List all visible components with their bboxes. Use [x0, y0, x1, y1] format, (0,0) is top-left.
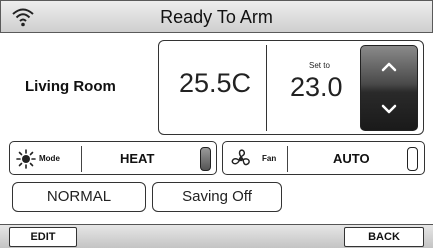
chevron-up-icon — [381, 62, 397, 72]
decrease-setpoint-button[interactable] — [361, 88, 417, 130]
chevron-down-icon — [381, 104, 397, 114]
fan-label: Fan — [262, 154, 277, 163]
mode-label: Mode — [39, 154, 60, 163]
fan-icon — [231, 149, 250, 166]
setpoint-label: Set to — [309, 61, 330, 70]
fan-control[interactable]: Fan AUTO — [222, 141, 425, 175]
mode-divider — [81, 146, 82, 172]
mode-control[interactable]: Mode HEAT — [9, 141, 217, 175]
edit-button[interactable]: EDIT — [9, 227, 77, 247]
fan-toggle[interactable] — [407, 147, 418, 171]
status-header: Ready To Arm — [0, 0, 433, 33]
current-temperature: 25.5C — [179, 68, 252, 98]
mode-value: HEAT — [120, 151, 155, 166]
status-title: Ready To Arm — [160, 7, 273, 27]
saving-mode-button[interactable]: Saving Off — [152, 182, 282, 212]
temperature-divider — [266, 45, 267, 131]
mode-toggle[interactable] — [200, 147, 211, 171]
fan-value: AUTO — [333, 151, 370, 166]
fan-divider — [287, 146, 288, 172]
increase-setpoint-button[interactable] — [361, 46, 417, 88]
temperature-card: 25.5C Set to 23.0 — [158, 40, 424, 135]
room-name: Living Room — [25, 78, 116, 95]
setpoint-value: 23.0 — [290, 72, 343, 102]
sun-heat-icon — [16, 149, 36, 169]
thermostat-screen: Ready To Arm Living Room 25.5C Set to 23… — [0, 0, 433, 248]
back-button[interactable]: BACK — [344, 227, 424, 247]
normal-program-button[interactable]: NORMAL — [12, 182, 146, 212]
setpoint-stepper — [360, 45, 418, 131]
footer-bar: EDIT BACK — [0, 224, 433, 248]
